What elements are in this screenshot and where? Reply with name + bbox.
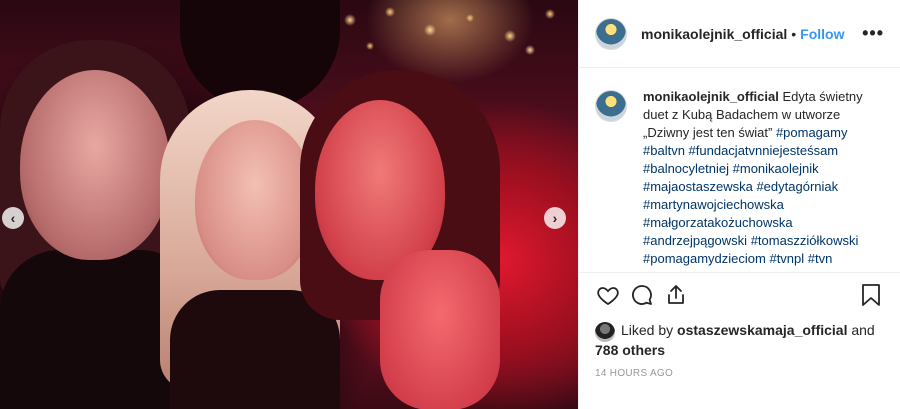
hashtag[interactable]: #martynawojciechowska [643, 197, 784, 212]
post-header: monikaolejnik_official • Follow ••• [579, 0, 900, 68]
like-button[interactable] [591, 280, 625, 310]
hashtag[interactable]: #andrzejpągowski [643, 233, 747, 248]
header-username[interactable]: monikaolejnik_official [641, 26, 787, 42]
carousel-next-button[interactable]: › [544, 207, 566, 229]
hashtag[interactable]: #tvnpl [769, 251, 804, 266]
hashtag[interactable]: #tvn [808, 251, 833, 266]
background-lights [330, 0, 578, 60]
liker-avatar[interactable] [595, 322, 615, 342]
comments-area: monikaolejnik_official Edyta świetny due… [579, 68, 900, 272]
person-right-hands [380, 250, 500, 409]
hashtag[interactable]: #małgorzatakożuchowska [643, 215, 793, 230]
hashtag[interactable]: #pomagamy [776, 125, 848, 140]
hashtag[interactable]: #baltvn [643, 143, 685, 158]
follow-button[interactable]: Follow [800, 26, 844, 42]
share-button[interactable] [659, 280, 693, 310]
caption-username[interactable]: monikaolejnik_official [643, 89, 779, 104]
liked-by-prefix: Liked by [621, 322, 674, 338]
comment-icon [632, 284, 652, 305]
post-side-panel: monikaolejnik_official • Follow ••• moni… [578, 0, 900, 409]
hashtag[interactable]: #majaostaszewska [643, 179, 753, 194]
hashtag[interactable]: #pomagamydzieciom [643, 251, 766, 266]
share-icon [668, 284, 684, 304]
more-options-icon[interactable]: ••• [862, 23, 884, 44]
post-photo[interactable]: ‹ › [0, 0, 578, 409]
liked-by-user[interactable]: ostaszewskamaja_official [677, 322, 847, 338]
carousel-prev-button[interactable]: ‹ [2, 207, 24, 229]
caption-avatar[interactable] [595, 90, 627, 122]
comment-button[interactable] [625, 280, 659, 310]
action-bar [579, 272, 900, 316]
hashtag[interactable]: #tomaszziółkowski [751, 233, 859, 248]
hashtag[interactable]: #monikaolejnik [733, 161, 819, 176]
person-left-face [20, 70, 170, 260]
caption: monikaolejnik_official Edyta świetny due… [643, 88, 883, 272]
avatar[interactable] [595, 17, 627, 50]
separator-dot: • [791, 25, 797, 42]
hashtag[interactable]: #balnocyletniej [643, 161, 729, 176]
others-count[interactable]: 788 others [595, 340, 875, 360]
save-button[interactable] [854, 280, 888, 310]
person-center-face [195, 120, 315, 280]
likes-summary: Liked by ostaszewskamaja_official and 78… [579, 316, 900, 360]
liked-by-and: and [851, 322, 875, 338]
hashtag[interactable]: #edytagórniak [756, 179, 838, 194]
bookmark-icon [862, 283, 880, 306]
heart-icon [597, 286, 619, 305]
hashtag[interactable]: #fundacjatvnniejesteśsam [689, 143, 839, 158]
post-timestamp[interactable]: 14 HOURS AGO [579, 360, 900, 379]
likes-text: Liked by ostaszewskamaja_official and 78… [595, 320, 875, 360]
